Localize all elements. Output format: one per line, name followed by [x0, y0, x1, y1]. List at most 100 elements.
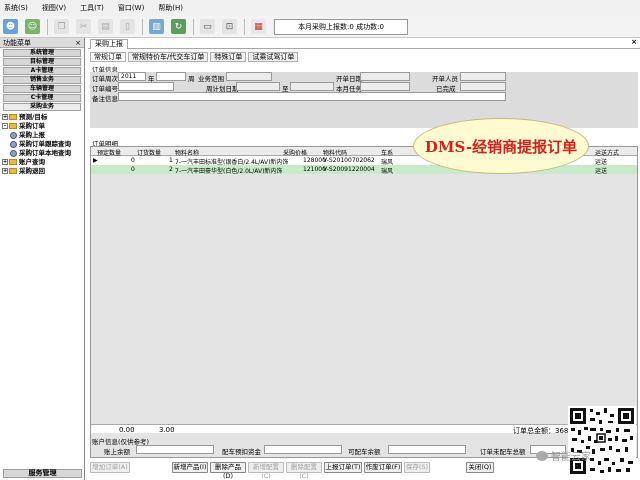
add-config-button[interactable]: 新增配置(C) — [248, 462, 284, 480]
tree-item-purchase-return[interactable]: + 采购退回 — [2, 167, 84, 176]
available-field — [388, 445, 466, 454]
users-icon[interactable]: ☻ — [3, 19, 18, 34]
save-button[interactable]: 保存(S) — [404, 462, 430, 473]
module-a-card[interactable]: A卡管理 — [3, 67, 81, 75]
copy-icon[interactable]: ❐ — [54, 19, 69, 34]
week-select[interactable] — [156, 72, 186, 81]
watermark-text: 智能云家 — [551, 452, 591, 463]
grid-footer: 0.00 3.00 订单总金额：368400.00 — [91, 424, 637, 435]
tree-item-purchase-report[interactable]: 采购上报 — [2, 131, 84, 140]
biz-range-field[interactable] — [226, 72, 272, 81]
delete-config-button[interactable]: 删除配置(C) — [286, 462, 322, 480]
void-order-button[interactable]: 作废订单(F) — [364, 462, 402, 473]
window-icon[interactable]: ▭ — [200, 19, 215, 34]
add-order-button[interactable]: 增加订单(A) — [90, 462, 130, 473]
tab-special-order[interactable]: 特殊订单 — [210, 52, 247, 62]
module-vehicle[interactable]: 车辆管理 — [3, 85, 81, 93]
open-person-label: 开单人员 — [432, 75, 458, 83]
module-service[interactable]: 服务管理 — [3, 469, 82, 478]
order-no-field[interactable] — [118, 82, 174, 91]
row-marker: ▶ — [93, 157, 98, 164]
remark-field[interactable] — [118, 92, 506, 101]
annotation-callout: DMS-经销商提报订单 — [413, 118, 589, 174]
tree-item-order-local-query[interactable]: 采购订单本地查询 — [2, 149, 84, 158]
cut-icon[interactable]: ✂ — [76, 19, 91, 34]
toolbar-separator — [193, 18, 194, 35]
delete-product-button[interactable]: 删除产品(D) — [210, 462, 246, 480]
module-target[interactable]: 目标管理 — [3, 58, 81, 66]
tab-test-drive-order[interactable]: 试乘试驾订单 — [248, 52, 299, 62]
group-icon[interactable]: ☺ — [25, 19, 40, 34]
toolbar-separator — [47, 18, 48, 35]
prepay-field — [264, 445, 342, 454]
window-close-icon[interactable]: ⊡ — [222, 19, 237, 34]
close-icon[interactable]: × — [75, 39, 81, 47]
tab-purchase-report[interactable]: 采购上报 — [90, 39, 128, 49]
balance-field — [136, 445, 214, 454]
node-icon — [10, 149, 17, 157]
folder-icon — [9, 168, 17, 174]
chart-icon[interactable]: ▥ — [149, 19, 164, 34]
wechat-icon — [536, 450, 548, 461]
module-sales[interactable]: 销售业务 — [3, 76, 81, 84]
menu-view[interactable]: 视图(V) — [42, 3, 66, 13]
tab-regular-order[interactable]: 常规订单 — [90, 52, 126, 62]
expand-icon[interactable]: + — [2, 114, 8, 120]
footer-sum-qty: 3.00 — [159, 426, 175, 434]
menu-tools[interactable]: 工具(T) — [80, 3, 104, 13]
qr-code-image — [568, 406, 636, 476]
expand-icon[interactable]: + — [2, 168, 8, 174]
tree-item-forecast[interactable]: + 预测/目标 — [2, 113, 84, 122]
tree-item-account-query[interactable]: + 账户查询 — [2, 158, 84, 167]
delete-icon[interactable]: ▯ — [120, 19, 135, 34]
tab-special-price-order[interactable]: 常规特价车/代交车订单 — [128, 52, 209, 62]
tree-item-order-tracking[interactable]: 采购订单跟踪查询 — [2, 140, 84, 149]
order-header-form: 订单周次 2011 年 周 业务范围 开单日期 开单人员 订单编号 周计划日期 … — [90, 72, 638, 128]
menu-window[interactable]: 窗口(W) — [118, 3, 144, 13]
folder-icon — [9, 114, 17, 120]
year-select[interactable]: 2011 — [118, 72, 146, 81]
footer-sum-pre: 0.00 — [119, 426, 135, 434]
calendar-icon[interactable]: ▦ — [251, 19, 266, 34]
module-system[interactable]: 系统管理 — [3, 49, 81, 57]
toolbar-separator — [244, 18, 245, 35]
plan-date-start[interactable] — [236, 82, 280, 91]
monthly-report-notice: 本月采购上报数:0 成功数:0 — [274, 19, 408, 35]
purchase-report-window: 采购上报 × 常规订单 常规特价车/代交车订单 特殊订单 试乘试驾订单 订单信息… — [88, 38, 640, 480]
toolbar-separator — [142, 18, 143, 35]
open-person-field — [460, 72, 506, 81]
close-button[interactable]: 关闭(Q) — [466, 462, 494, 473]
module-purchase[interactable]: 采购业务 — [3, 103, 81, 111]
function-menu-header: 功能菜单 × — [0, 38, 84, 48]
module-c-card[interactable]: C卡管理 — [3, 94, 81, 102]
function-tree: + 预测/目标 - 采购订单 采购上报 采购订单跟踪查询 采购订单本地查询 + 账户查… — [0, 113, 84, 176]
completed-field — [460, 82, 506, 91]
unshipped-label: 订单未配车总额 — [480, 448, 526, 456]
function-menu-panel: 功能菜单 × 系统管理 目标管理 A卡管理 销售业务 车辆管理 C卡管理 采购业… — [0, 38, 85, 480]
collapse-icon[interactable]: - — [2, 123, 8, 129]
biz-range-label: 业务范围 — [198, 75, 224, 83]
function-menu-title: 功能菜单 — [3, 38, 31, 47]
open-date-field — [360, 72, 410, 81]
close-icon[interactable]: × — [631, 38, 637, 46]
open-date-label: 开单日期 — [336, 75, 362, 83]
menu-system[interactable]: 系统(S) — [4, 3, 28, 13]
folder-icon — [9, 159, 17, 165]
tree-item-purchase-order[interactable]: - 采购订单 — [2, 122, 84, 131]
add-product-button[interactable]: 新增产品(I) — [172, 462, 208, 473]
action-buttons: 增加订单(A) 新增产品(I) 删除产品(D) 新增配置(C) 删除配置(C) … — [88, 462, 640, 480]
week-label: 周 — [188, 75, 195, 83]
order-detail-grid: 预定数量 订货数量 物料名称 采购价格 物料代码 车系 运送方式 ▶ 0 1 7… — [90, 146, 638, 458]
prepay-label: 配车预扣资金 — [222, 448, 261, 456]
node-icon — [10, 140, 17, 148]
plan-date-end[interactable] — [290, 82, 334, 91]
menu-help[interactable]: 帮助(H) — [158, 3, 183, 13]
paste-icon[interactable]: ▤ — [98, 19, 113, 34]
order-week-label: 订单周次 — [92, 75, 118, 83]
folder-open-icon — [9, 123, 17, 129]
toolbar: ☻ ☺ ❐ ✂ ▤ ▯ ▥ ↻ ▭ ⊡ ▦ ▣ ✖ ? ⌂ ⇥ 本月采购上报数:… — [0, 16, 640, 38]
node-icon — [10, 131, 17, 139]
submit-order-button[interactable]: 上报订单(T) — [324, 462, 362, 473]
refresh-icon[interactable]: ↻ — [171, 19, 186, 34]
expand-icon[interactable]: + — [2, 159, 8, 165]
